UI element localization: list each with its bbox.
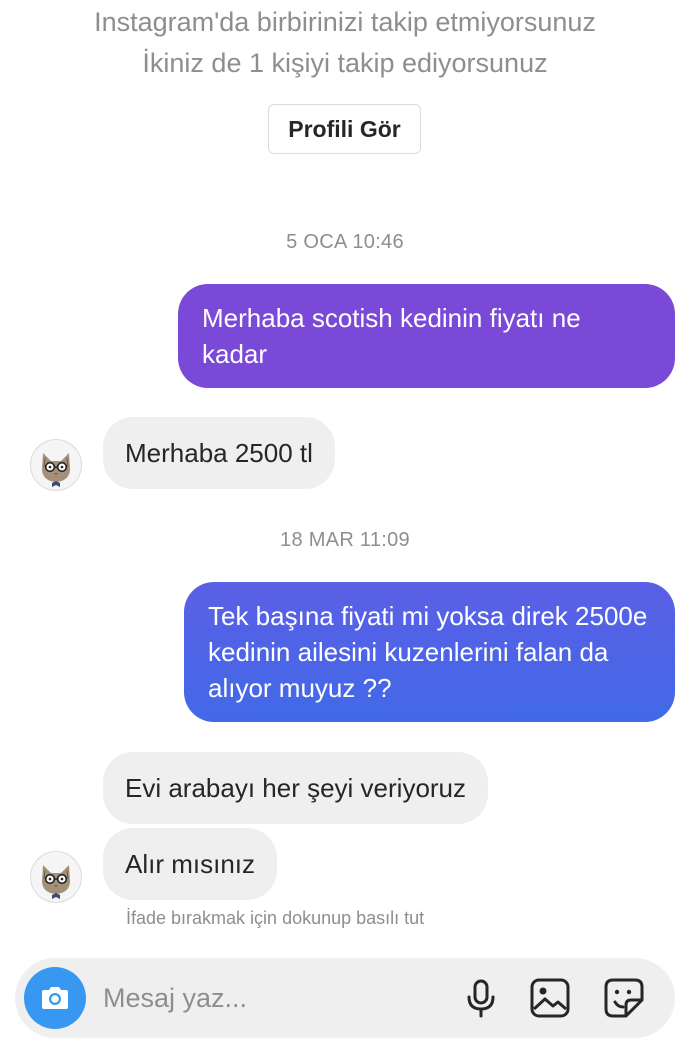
reaction-hint: İfade bırakmak için dokunup basılı tut bbox=[126, 908, 425, 928]
avatar[interactable] bbox=[30, 439, 82, 491]
mutual-follow-text: İkiniz de 1 kişiyi takip ediyorsunuz bbox=[142, 48, 548, 78]
microphone-button[interactable] bbox=[459, 976, 503, 1020]
camera-button[interactable] bbox=[24, 967, 86, 1029]
sent-message-bubble[interactable]: Merhaba scotish kedinin fiyatı ne kadar bbox=[178, 284, 675, 388]
message-timestamp: 18 MAR 11:09 bbox=[280, 529, 410, 551]
received-message-bubble[interactable]: Merhaba 2500 tl bbox=[103, 417, 335, 489]
gallery-button[interactable] bbox=[528, 976, 572, 1020]
message-input[interactable] bbox=[103, 980, 403, 1016]
message-composer bbox=[15, 958, 675, 1038]
cat-avatar-icon bbox=[42, 865, 70, 899]
sent-message-bubble[interactable]: Tek başına fiyati mi yoksa direk 2500e k… bbox=[184, 582, 675, 722]
sticker-icon bbox=[604, 978, 644, 1018]
camera-icon bbox=[42, 987, 68, 1009]
view-profile-button[interactable]: Profili Gör bbox=[268, 104, 421, 154]
received-message-bubble[interactable]: Alır mısınız bbox=[103, 828, 278, 900]
message-timestamp: 5 OCA 10:46 bbox=[286, 231, 404, 253]
microphone-icon bbox=[467, 979, 495, 1018]
sticker-button[interactable] bbox=[602, 976, 646, 1020]
cat-avatar-icon bbox=[42, 453, 70, 487]
follow-status-text: Instagram'da birbirinizi takip etmiyorsu… bbox=[94, 7, 596, 37]
image-icon bbox=[530, 978, 570, 1018]
received-message-bubble[interactable]: Evi arabayı her şeyi veriyoruz bbox=[103, 752, 489, 824]
avatar[interactable] bbox=[30, 851, 82, 903]
